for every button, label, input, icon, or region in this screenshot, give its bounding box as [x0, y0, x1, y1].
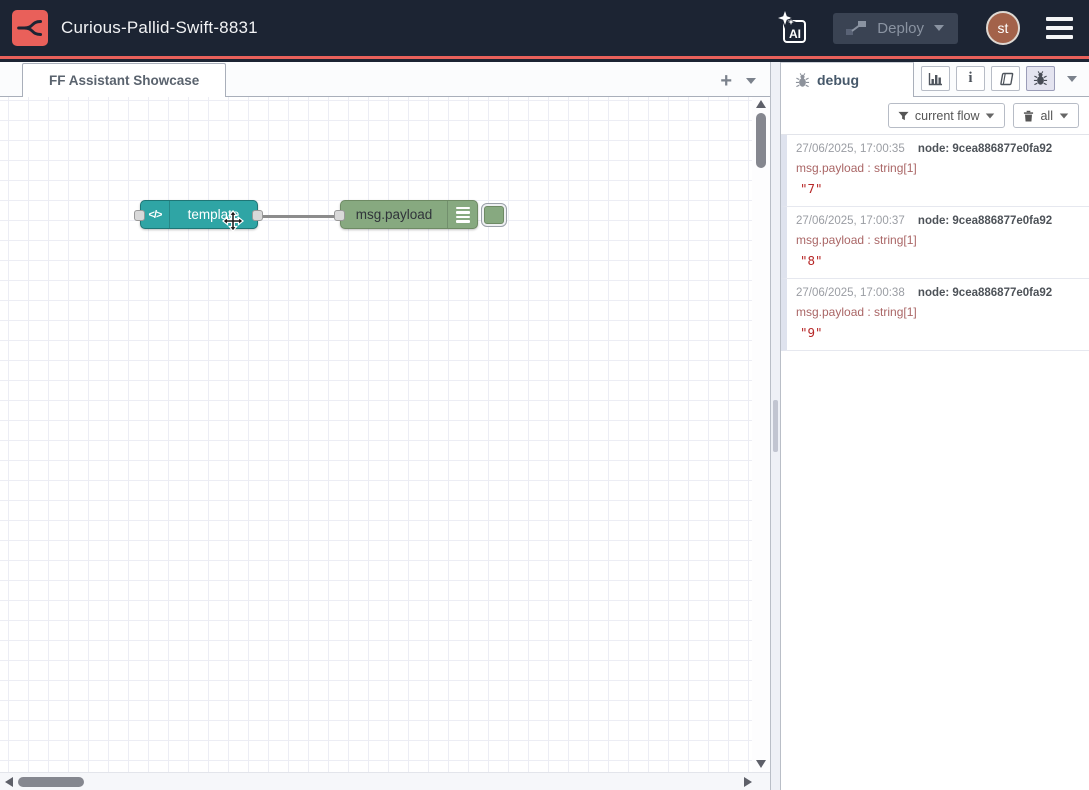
debug-node-id: node: 9cea886877e0fa92: [918, 215, 1052, 227]
debug-timestamp: 27/06/2025, 17:00:35: [796, 143, 905, 155]
sidebar-tabs-caret-icon[interactable]: [1067, 76, 1077, 82]
deploy-button[interactable]: Deploy: [833, 13, 958, 44]
vertical-scroll-thumb[interactable]: [756, 113, 766, 168]
debug-value[interactable]: "9": [796, 325, 1081, 340]
sidebar-tab-debug-label: debug: [817, 72, 859, 88]
debug-node-id: node: 9cea886877e0fa92: [918, 287, 1052, 299]
flow-tab-label: FF Assistant Showcase: [49, 73, 199, 88]
bug-icon: [1033, 71, 1048, 86]
scroll-down-arrow-icon[interactable]: [756, 760, 766, 768]
trash-icon: [1023, 110, 1034, 122]
scroll-left-arrow-icon[interactable]: [5, 777, 13, 787]
debug-node-id: node: 9cea886877e0fa92: [918, 143, 1052, 155]
info-icon: i: [968, 70, 972, 87]
debug-enable-toggle[interactable]: [481, 203, 507, 227]
flow-canvas[interactable]: </> template msg.payload: [0, 97, 752, 772]
debug-message[interactable]: 27/06/2025, 17:00:35 node: 9cea886877e0f…: [781, 135, 1089, 207]
header: Curious-Pallid-Swift-8831 AI Deploy st: [0, 0, 1089, 62]
debug-message-list: 27/06/2025, 17:00:35 node: 9cea886877e0f…: [781, 135, 1089, 351]
debug-property-path[interactable]: msg.payload : string[1]: [796, 233, 1081, 247]
sidebar-tab-debug[interactable]: debug: [781, 62, 914, 97]
debug-toggle-state: [484, 206, 504, 224]
flowfuse-logo-glyph: [17, 15, 43, 41]
canvas-horizontal-scrollbar[interactable]: [0, 772, 770, 790]
ai-assistant-button[interactable]: AI: [775, 8, 811, 48]
avatar-initials: st: [998, 20, 1009, 36]
canvas-row: </> template msg.payload: [0, 97, 770, 772]
horizontal-scroll-thumb[interactable]: [18, 777, 84, 787]
debug-message-meta: 27/06/2025, 17:00:35 node: 9cea886877e0f…: [796, 143, 1081, 155]
flow-tab[interactable]: FF Assistant Showcase: [22, 63, 226, 97]
node-debug-label: msg.payload: [341, 207, 447, 222]
ai-sparkle-icon: AI: [776, 10, 810, 46]
main-menu-button[interactable]: [1044, 13, 1075, 43]
workspace: FF Assistant Showcase + </> templa: [0, 62, 771, 790]
chart-icon: [928, 72, 943, 86]
debug-timestamp: 27/06/2025, 17:00:37: [796, 215, 905, 227]
tabbar-actions: +: [720, 74, 770, 96]
deploy-options-caret-icon[interactable]: [934, 25, 944, 31]
debug-value[interactable]: "7": [796, 181, 1081, 196]
debug-message[interactable]: 27/06/2025, 17:00:37 node: 9cea886877e0f…: [781, 207, 1089, 279]
debug-timestamp: 27/06/2025, 17:00:38: [796, 287, 905, 299]
debug-clear-button[interactable]: all: [1013, 103, 1079, 128]
hamburger-icon: [1046, 26, 1073, 30]
divider-grip[interactable]: [773, 400, 778, 452]
code-icon: </>: [141, 201, 170, 228]
canvas-vertical-scrollbar[interactable]: [752, 97, 770, 772]
filter-funnel-icon: [898, 111, 909, 121]
node-template[interactable]: </> template: [140, 200, 258, 229]
node-red-editor: Curious-Pallid-Swift-8831 AI Deploy st: [0, 0, 1089, 790]
deploy-button-label: Deploy: [877, 20, 924, 37]
debug-filter-label: current flow: [915, 109, 980, 123]
header-accent-line: [0, 56, 1089, 59]
sidebar-tabbar: debug i: [781, 62, 1089, 97]
debug-filter-button[interactable]: current flow: [888, 103, 1006, 128]
dashboard-tab-button[interactable]: [921, 66, 950, 91]
template-input-port[interactable]: [134, 210, 145, 221]
deploy-pipeline-icon: [845, 20, 867, 36]
debug-clear-label: all: [1040, 109, 1053, 123]
debug-message[interactable]: 27/06/2025, 17:00:38 node: 9cea886877e0f…: [781, 279, 1089, 351]
debug-message-meta: 27/06/2025, 17:00:37 node: 9cea886877e0f…: [796, 215, 1081, 227]
flow-list-caret-icon[interactable]: [746, 78, 756, 84]
node-wire[interactable]: [0, 97, 752, 772]
node-template-label: template: [170, 207, 257, 222]
svg-text:AI: AI: [789, 27, 801, 41]
sidebar-tool-icons: i: [921, 66, 1089, 96]
hamburger-icon: [1046, 35, 1073, 39]
page-title: Curious-Pallid-Swift-8831: [61, 18, 258, 38]
flowfuse-logo-icon[interactable]: [12, 10, 48, 46]
book-icon: [998, 72, 1014, 86]
hamburger-icon: [1046, 17, 1073, 21]
debug-input-port[interactable]: [334, 210, 345, 221]
debug-message-meta: 27/06/2025, 17:00:38 node: 9cea886877e0f…: [796, 287, 1081, 299]
add-flow-button[interactable]: +: [720, 74, 732, 88]
bug-icon: [795, 73, 810, 88]
workspace-tabbar: FF Assistant Showcase +: [0, 62, 770, 97]
clear-caret-icon: [1060, 113, 1069, 118]
scroll-up-arrow-icon[interactable]: [756, 100, 766, 108]
sidebar: debug i: [781, 62, 1089, 790]
debug-lines-icon: [447, 201, 477, 228]
sidebar-resize-divider[interactable]: [771, 62, 781, 790]
scroll-right-arrow-icon[interactable]: [744, 777, 752, 787]
debug-tab-button[interactable]: [1026, 66, 1055, 91]
node-debug[interactable]: msg.payload: [340, 200, 478, 229]
main-area: FF Assistant Showcase + </> templa: [0, 62, 1089, 790]
debug-property-path[interactable]: msg.payload : string[1]: [796, 161, 1081, 175]
help-tab-button[interactable]: [991, 66, 1020, 91]
filter-caret-icon: [986, 113, 995, 118]
template-output-port[interactable]: [252, 210, 263, 221]
user-avatar[interactable]: st: [986, 11, 1020, 45]
debug-property-path[interactable]: msg.payload : string[1]: [796, 305, 1081, 319]
info-tab-button[interactable]: i: [956, 66, 985, 91]
debug-toolbar: current flow all: [781, 97, 1089, 135]
debug-value[interactable]: "8": [796, 253, 1081, 268]
